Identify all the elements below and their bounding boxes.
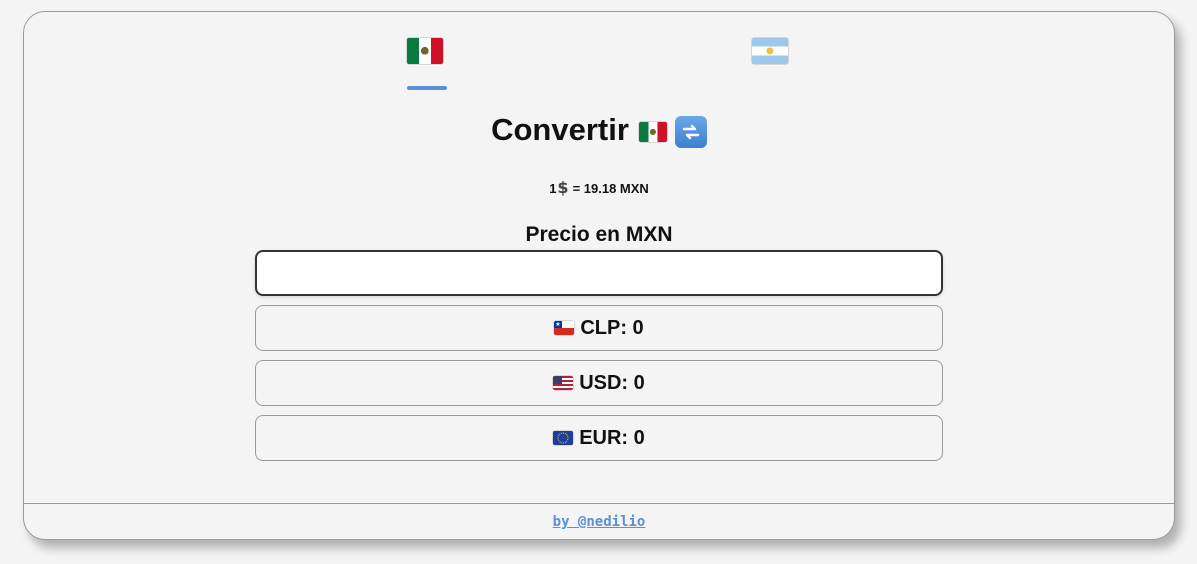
argentina-flag-icon (752, 38, 788, 64)
result-usd: USD: 0 (255, 360, 943, 406)
price-label: Precio en MXN (525, 223, 673, 246)
rate-prefix: 1 (549, 181, 557, 196)
footer: by @nedilio (24, 503, 1174, 539)
mexico-flag-icon (407, 38, 443, 64)
mexico-flag-icon (638, 121, 667, 142)
active-tab-indicator (407, 86, 447, 90)
page-title-text: Convertir (491, 112, 629, 147)
result-eur: EUR: 0 (255, 415, 943, 461)
result-clp-text: CLP: 0 (580, 316, 644, 339)
result-clp: CLP: 0 (255, 305, 943, 351)
tab-mexico[interactable] (407, 38, 451, 90)
dollar-icon: $ (557, 178, 569, 197)
result-usd-text: USD: 0 (579, 371, 645, 394)
usa-flag-icon (553, 376, 574, 390)
price-input[interactable] (255, 250, 943, 296)
tab-argentina[interactable] (752, 38, 796, 90)
chile-flag-icon (554, 321, 575, 335)
author-link[interactable]: by @nedilio (553, 514, 646, 530)
eu-flag-icon (553, 431, 574, 445)
exchange-rate: 1$ = 19.18 MXN (24, 178, 1174, 199)
page-title: Convertir (24, 110, 1174, 150)
converter-card: Convertir 1$= 19.18 MXN Precio en MXN CL… (23, 11, 1175, 540)
swap-arrows-icon[interactable] (674, 115, 707, 148)
result-eur-text: EUR: 0 (579, 426, 645, 449)
rate-text: = 19.18 MXN (572, 181, 649, 196)
